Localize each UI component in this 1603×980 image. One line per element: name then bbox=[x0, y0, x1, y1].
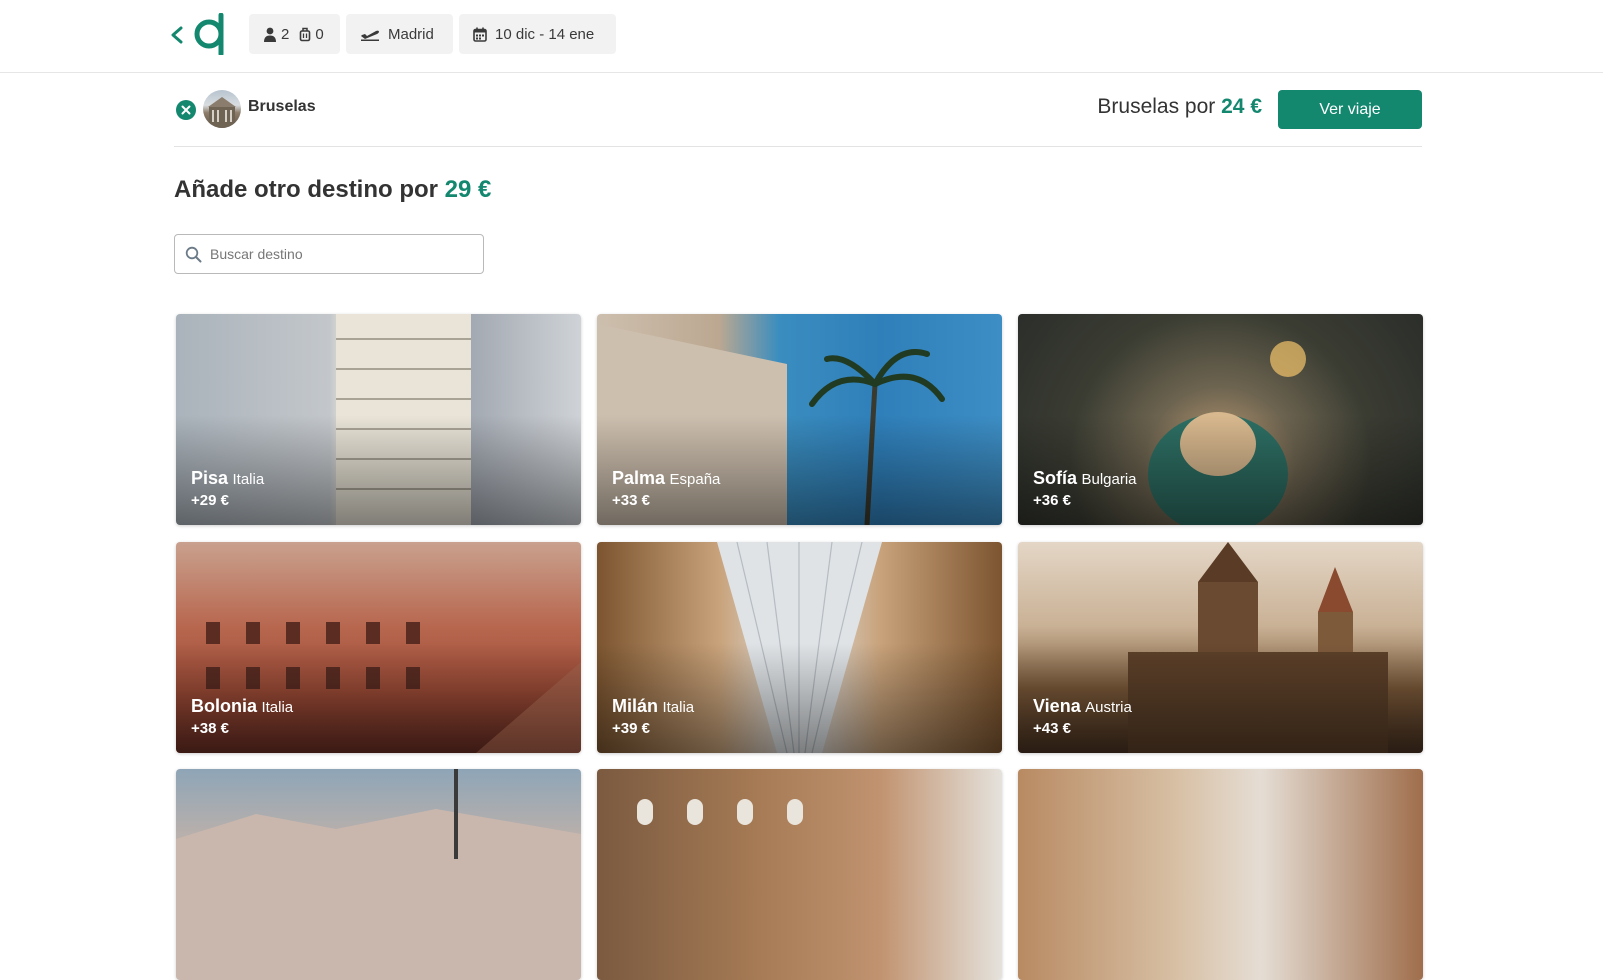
heading-price: 29 € bbox=[444, 176, 492, 203]
destination-card-bolonia[interactable]: Bolonia Italia +38 € bbox=[176, 542, 581, 753]
card-city: Bolonia bbox=[191, 696, 257, 716]
destination-card-sofia[interactable]: Sofía Bulgaria +36 € bbox=[1018, 314, 1423, 525]
dates-label: 10 dic - 14 ene bbox=[495, 25, 595, 43]
card-city: Viena bbox=[1033, 696, 1081, 716]
plane-takeoff-icon bbox=[361, 30, 379, 41]
adults-count: 2 bbox=[281, 25, 290, 43]
card-price: +38 € bbox=[191, 720, 229, 737]
trip-summary-price: 24 € bbox=[1221, 95, 1262, 118]
destination-card-viena[interactable]: Viena Austria +43 € bbox=[1018, 542, 1423, 753]
card-country: Bulgaria bbox=[1081, 471, 1137, 488]
card-price: +43 € bbox=[1033, 720, 1071, 737]
destination-card-palma[interactable]: Palma España +33 € bbox=[597, 314, 1002, 525]
add-destination-heading: Añade otro destino por 29 € bbox=[174, 176, 491, 204]
bags-count: 0 bbox=[315, 25, 324, 43]
search-box bbox=[174, 234, 484, 274]
passengers-chip[interactable]: 2 0 bbox=[249, 14, 340, 54]
destination-card[interactable] bbox=[176, 769, 581, 980]
close-icon bbox=[181, 105, 191, 115]
card-label: Milán Italia +39 € bbox=[612, 696, 694, 737]
search-icon bbox=[185, 246, 202, 262]
card-label: Viena Austria +43 € bbox=[1033, 696, 1132, 737]
card-label: Palma España +33 € bbox=[612, 468, 720, 509]
luggage-icon bbox=[300, 27, 311, 41]
person-icon bbox=[264, 27, 276, 42]
destination-card-milan[interactable]: Milán Italia +39 € bbox=[597, 542, 1002, 753]
card-city: Palma bbox=[612, 468, 666, 488]
card-price: +33 € bbox=[612, 492, 650, 509]
card-label: Bolonia Italia +38 € bbox=[191, 696, 293, 737]
trip-summary-prefix: Bruselas por bbox=[1097, 95, 1216, 118]
card-price: +39 € bbox=[612, 720, 650, 737]
card-country: España bbox=[669, 471, 721, 488]
origin-label: Madrid bbox=[388, 25, 434, 43]
app-logo[interactable] bbox=[190, 13, 230, 55]
card-country: Italia bbox=[662, 699, 695, 716]
remove-destination-button[interactable] bbox=[176, 100, 196, 120]
card-label: Sofía Bulgaria +36 € bbox=[1033, 468, 1137, 509]
top-bar: 2 0 Madrid 10 dic - 14 ene bbox=[0, 0, 1603, 73]
destination-thumbnail bbox=[203, 90, 241, 128]
card-price: +36 € bbox=[1033, 492, 1071, 509]
heading-prefix: Añade otro destino por bbox=[174, 176, 438, 203]
view-trip-button[interactable]: Ver viaje bbox=[1278, 90, 1422, 129]
card-country: Italia bbox=[261, 699, 294, 716]
card-price: +29 € bbox=[191, 492, 229, 509]
card-city: Sofía bbox=[1033, 468, 1078, 488]
card-country: Italia bbox=[232, 471, 265, 488]
trip-summary: Bruselas por 24 € bbox=[1097, 95, 1262, 119]
dates-chip[interactable]: 10 dic - 14 ene bbox=[459, 14, 616, 54]
back-chevron-icon[interactable] bbox=[168, 20, 188, 50]
search-destination-input[interactable] bbox=[210, 246, 470, 262]
card-city: Pisa bbox=[191, 468, 229, 488]
destination-card[interactable] bbox=[597, 769, 1002, 980]
destination-card-pisa[interactable]: Pisa Italia +29 € bbox=[176, 314, 581, 525]
selected-destination-name: Bruselas bbox=[248, 98, 316, 115]
card-label: Pisa Italia +29 € bbox=[191, 468, 264, 509]
card-country: Austria bbox=[1085, 699, 1132, 716]
origin-chip[interactable]: Madrid bbox=[346, 14, 453, 54]
selected-destination-row: Bruselas Bruselas por 24 € Ver viaje bbox=[174, 88, 1422, 147]
calendar-icon bbox=[473, 27, 487, 42]
card-city: Milán bbox=[612, 696, 659, 716]
destination-card[interactable] bbox=[1018, 769, 1423, 980]
